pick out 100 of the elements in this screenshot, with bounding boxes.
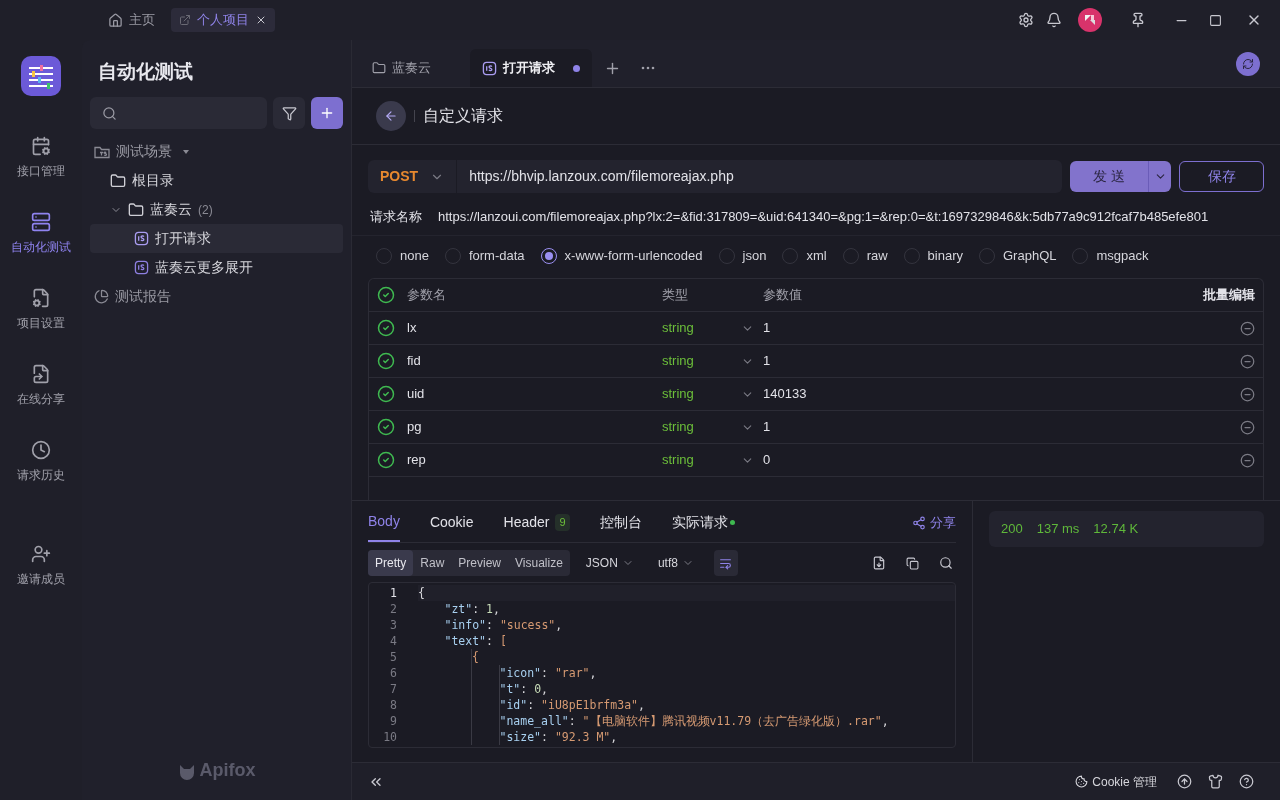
tree-item[interactable]: 蓝奏云更多展开 (90, 253, 343, 282)
param-name[interactable]: pg (407, 417, 662, 437)
response-tab[interactable]: Body (368, 503, 400, 542)
status-code: 200 (1001, 520, 1023, 539)
type-select[interactable]: string (662, 318, 754, 338)
body-type-radio[interactable]: form-data (444, 245, 525, 266)
remove-icon[interactable] (1240, 386, 1255, 402)
param-name[interactable]: lx (407, 318, 662, 338)
code-line: "size": "92.3 M", (499, 729, 619, 745)
nav-icon (31, 136, 51, 156)
settings-icon[interactable] (1018, 12, 1034, 28)
nav-item[interactable]: 自动化测试 (3, 196, 79, 272)
editor-tab[interactable]: 蓝奏云 (360, 49, 470, 87)
view-tab[interactable]: Raw (413, 550, 452, 576)
tree-item[interactable]: 测试场景 (90, 137, 343, 166)
response-tab[interactable]: 控制台 (599, 503, 642, 542)
param-name[interactable]: fid (407, 351, 662, 371)
param-value[interactable]: 1 (763, 417, 1240, 437)
body-type-radio[interactable]: msgpack (1072, 245, 1149, 266)
nav-item[interactable]: 请求历史 (3, 424, 79, 500)
wrap-button[interactable] (713, 550, 738, 576)
window-tab[interactable]: 主页 (100, 8, 163, 32)
line-number: 4 (390, 633, 397, 649)
param-name[interactable]: rep (407, 450, 662, 470)
format-select[interactable]: JSON (573, 554, 646, 572)
select-all-checkbox[interactable] (377, 286, 395, 304)
search-field[interactable] (90, 97, 267, 129)
pin-icon[interactable] (1130, 12, 1146, 28)
param-value[interactable]: 140133 (763, 384, 1240, 404)
method-select[interactable]: POST (368, 160, 458, 193)
avatar-icon[interactable] (1078, 8, 1102, 32)
caret-icon[interactable] (182, 147, 190, 156)
row-checkbox[interactable] (377, 385, 395, 403)
app-logo[interactable] (21, 56, 61, 96)
tree-item[interactable]: 根目录 (90, 166, 343, 195)
share-link[interactable]: 分享 (912, 503, 956, 542)
param-value[interactable]: 1 (763, 318, 1240, 338)
cookie-manager-button[interactable]: Cookie 管理 (1075, 772, 1157, 791)
window-tab[interactable]: 个人项目 (171, 8, 275, 32)
help-icon[interactable] (1239, 774, 1254, 789)
response-tab[interactable]: 实际请求 (671, 503, 735, 542)
url-field[interactable]: https://bhvip.lanzoux.com/filemoreajax.php (457, 166, 746, 187)
remove-icon[interactable] (1240, 419, 1255, 435)
type-select[interactable]: string (662, 450, 754, 470)
type-select[interactable]: string (662, 384, 754, 404)
response-tab[interactable]: Cookie (429, 503, 474, 542)
copy-icon[interactable] (906, 556, 919, 570)
nav-item[interactable]: 项目设置 (3, 272, 79, 348)
search-icon (102, 105, 117, 121)
encoding-select[interactable]: utf8 (649, 554, 702, 572)
row-checkbox[interactable] (377, 418, 395, 436)
body-type-radio[interactable]: raw (842, 245, 888, 266)
tree-item[interactable]: 蓝奏云 (2) (90, 195, 343, 224)
type-select[interactable]: string (662, 417, 754, 437)
more-icon[interactable] (641, 66, 655, 70)
remove-icon[interactable] (1240, 320, 1255, 336)
param-name[interactable]: uid (407, 384, 662, 404)
notification-icon[interactable] (1046, 12, 1062, 28)
param-value[interactable]: 1 (763, 351, 1240, 371)
upload-icon[interactable] (1177, 774, 1192, 789)
row-checkbox[interactable] (377, 319, 395, 337)
editor-tab[interactable]: 打开请求 (470, 49, 592, 87)
shirt-icon[interactable] (1208, 774, 1223, 789)
row-checkbox[interactable] (377, 451, 395, 469)
nav-item[interactable]: 接口管理 (3, 120, 79, 196)
line-number: 7 (390, 681, 397, 697)
remove-icon[interactable] (1240, 353, 1255, 369)
tree-label: 蓝奏云更多展开 (155, 258, 253, 277)
tree-item[interactable]: 打开请求 (90, 224, 343, 253)
body-type-radio[interactable]: json (718, 245, 767, 266)
save-button[interactable]: 保存 (1179, 161, 1264, 192)
home-icon (108, 12, 123, 28)
body-type-radio[interactable]: xml (782, 245, 827, 266)
search-icon[interactable] (939, 556, 953, 570)
row-checkbox[interactable] (377, 352, 395, 370)
body-type-radio[interactable]: x-www-form-urlencoded (540, 245, 703, 266)
type-select[interactable]: string (662, 351, 754, 371)
filter-button[interactable] (273, 97, 305, 129)
param-value[interactable]: 0 (763, 450, 1240, 470)
view-tab[interactable]: Pretty (368, 550, 414, 576)
nav-item[interactable]: 在线分享 (3, 348, 79, 424)
download-icon[interactable] (872, 556, 886, 570)
response-tab[interactable]: Header 9 (503, 503, 570, 542)
add-button[interactable] (311, 97, 343, 129)
wrap-icon (719, 556, 733, 570)
body-type-radio[interactable]: GraphQL (979, 245, 1057, 266)
body-type-radio[interactable]: binary (903, 245, 963, 266)
nav-item[interactable]: 邀请成员 (3, 528, 79, 604)
maximize-icon[interactable] (1209, 13, 1222, 27)
body-type-radio[interactable]: none (376, 245, 429, 266)
request-name-field[interactable]: https://lanzoui.com/filemoreajax.php?lx:2=&fid:317809=&uid:641340=&pg:1=&rep:0=&t:1697329846&k:5db77a9c912fcaf7b485efe801 (438, 207, 1209, 227)
tree-item[interactable]: 测试报告 (90, 282, 343, 311)
column-header: 类型 (662, 286, 689, 305)
back-button[interactable] (376, 101, 406, 131)
view-tab[interactable]: Preview (451, 550, 509, 576)
close-icon[interactable] (255, 14, 267, 26)
sync-button[interactable] (1236, 51, 1260, 76)
bulk-edit-link[interactable]: 批量编辑 (1203, 285, 1255, 305)
remove-icon[interactable] (1240, 452, 1255, 468)
view-tab[interactable]: Visualize (508, 550, 570, 576)
